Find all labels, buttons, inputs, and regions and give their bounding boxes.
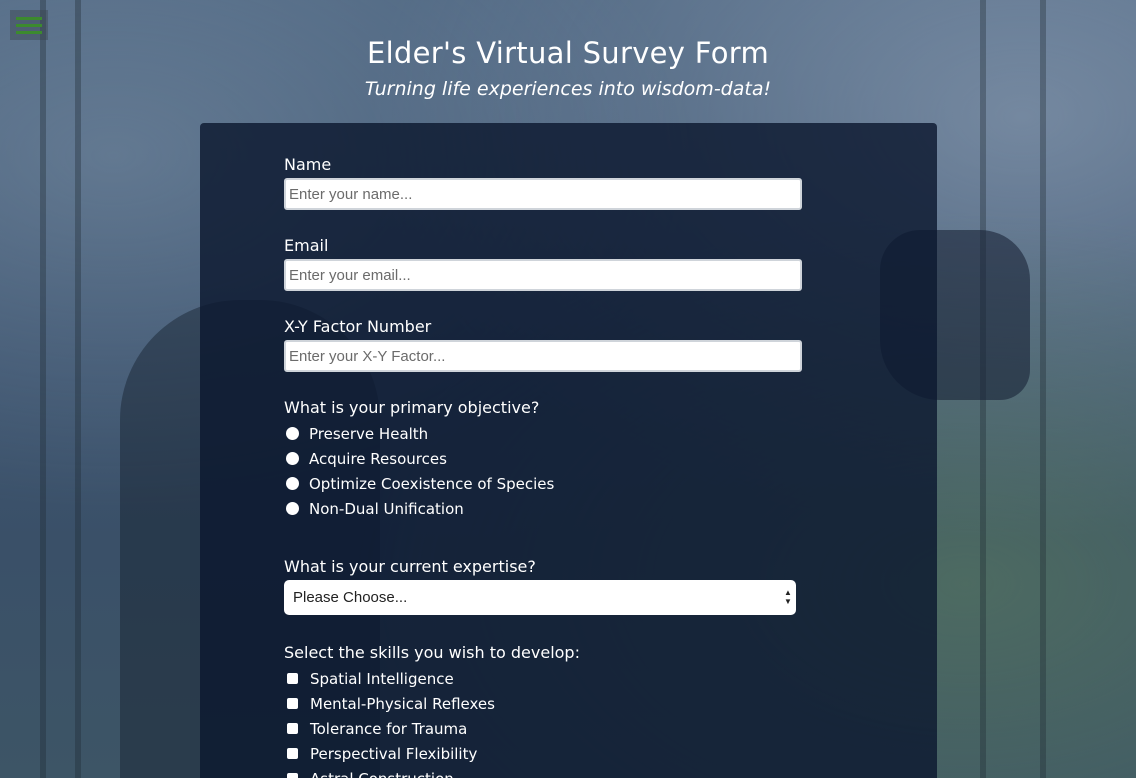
page-title: Elder's Virtual Survey Form (366, 36, 770, 70)
skill-option-label: Astral Construction (310, 770, 454, 778)
objective-label: What is your primary objective? (284, 398, 540, 417)
checkbox[interactable] (287, 673, 298, 684)
page-header: Elder's Virtual Survey Form Turning life… (0, 30, 1136, 102)
name-label: Name (284, 155, 332, 174)
xy-factor-label: X-Y Factor Number (284, 317, 432, 336)
objective-option-label: Non-Dual Unification (309, 499, 464, 518)
skill-option[interactable]: Mental-Physical Reflexes (284, 691, 804, 716)
form-content: Name Email X-Y Factor Number What is you… (284, 153, 804, 778)
checkbox[interactable] (287, 748, 298, 759)
skills-group: Select the skills you wish to develop: S… (284, 641, 804, 778)
xy-factor-input[interactable] (284, 340, 802, 372)
radio-button[interactable] (286, 452, 299, 465)
expertise-select[interactable]: Please Choose... ▲ ▼ (284, 580, 796, 615)
objective-option[interactable]: Preserve Health (284, 421, 804, 446)
background-tree (75, 0, 81, 778)
radio-button[interactable] (286, 427, 299, 440)
expertise-selected-value: Please Choose... (293, 589, 408, 606)
menu-bar (16, 16, 42, 20)
skill-option-label: Spatial Intelligence (310, 669, 454, 688)
background-tree (40, 0, 46, 778)
objective-option-label: Acquire Resources (309, 449, 447, 468)
radio-button[interactable] (286, 477, 299, 490)
objective-option[interactable]: Non-Dual Unification (284, 496, 804, 521)
radio-button[interactable] (286, 502, 299, 515)
name-group: Name (284, 153, 804, 210)
select-arrows-icon: ▲ ▼ (784, 588, 792, 606)
objective-group: What is your primary objective? Preserve… (284, 396, 804, 521)
skill-option-label: Tolerance for Trauma (310, 719, 468, 738)
name-input[interactable] (284, 178, 802, 210)
skill-option[interactable]: Perspectival Flexibility (284, 741, 804, 766)
checkbox[interactable] (287, 698, 298, 709)
survey-form: Name Email X-Y Factor Number What is you… (200, 123, 937, 778)
objective-option[interactable]: Optimize Coexistence of Species (284, 471, 804, 496)
xy-factor-group: X-Y Factor Number (284, 315, 804, 372)
objective-option-label: Preserve Health (309, 424, 429, 443)
skill-option[interactable]: Spatial Intelligence (284, 666, 804, 691)
email-group: Email (284, 234, 804, 291)
email-input[interactable] (284, 259, 802, 291)
expertise-label: What is your current expertise? (284, 557, 536, 576)
skill-option[interactable]: Astral Construction (284, 766, 804, 778)
objective-option-label: Optimize Coexistence of Species (309, 474, 555, 493)
objective-option[interactable]: Acquire Resources (284, 446, 804, 471)
checkbox[interactable] (287, 723, 298, 734)
menu-bar (16, 23, 42, 27)
skill-option-label: Perspectival Flexibility (310, 744, 478, 763)
expertise-group: What is your current expertise? Please C… (284, 555, 804, 615)
email-label: Email (284, 236, 329, 255)
skills-label: Select the skills you wish to develop: (284, 643, 580, 662)
checkbox[interactable] (287, 773, 298, 778)
skill-option-label: Mental-Physical Reflexes (310, 694, 495, 713)
background-tree (1040, 0, 1046, 778)
skill-option[interactable]: Tolerance for Trauma (284, 716, 804, 741)
page-subtitle: Turning life experiences into wisdom-dat… (364, 78, 772, 100)
